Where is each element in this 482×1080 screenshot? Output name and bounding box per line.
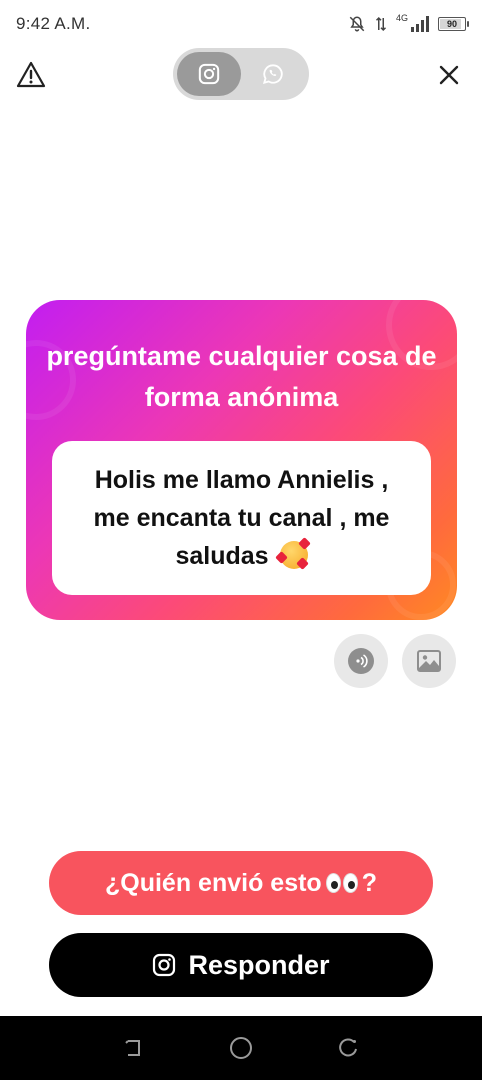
back-button[interactable] [119,1033,149,1063]
status-time: 9:42 A.M. [16,14,91,33]
home-icon [229,1037,252,1059]
question-card: pregúntame cualquier cosa de forma anóni… [26,300,457,620]
navigation-bar [0,1016,482,1080]
whatsapp-toggle[interactable] [241,52,305,96]
status-icons: 4G 90 [348,13,469,33]
close-button[interactable] [434,60,464,90]
message-text: Holis me llamo Annielis , me encanta tu … [93,466,390,570]
message-text-wrap: Holis me llamo Annielis , me encanta tu … [80,461,403,575]
reply-button[interactable]: Responder [49,933,433,997]
instagram-icon [198,63,220,85]
sound-icon [348,648,374,674]
image-button[interactable] [402,634,456,688]
home-button[interactable] [226,1033,256,1063]
reply-label: Responder [188,949,330,980]
notifications-off-icon [349,16,365,32]
whatsapp-icon [262,64,283,85]
image-icon [417,650,441,672]
instagram-toggle[interactable] [177,52,241,96]
status-bar: 9:42 A.M. 4G 90 [0,0,482,48]
top-bar [0,48,482,102]
battery-level: 90 [446,19,457,29]
data-transfer-icon [375,16,387,32]
platform-toggle [173,48,309,100]
close-icon [439,65,459,85]
eyes-icon [325,873,358,893]
instagram-icon [153,953,176,977]
who-sent-label-end: ? [361,868,377,897]
recents-icon [339,1038,358,1057]
signal-icon [411,16,429,32]
who-sent-label: ¿Quién envió esto [105,868,322,897]
warning-icon [16,61,46,88]
battery-icon: 90 [438,17,469,31]
audio-button[interactable] [334,634,388,688]
network-type: 4G [395,13,408,23]
card-title: pregúntame cualquier cosa de forma anóni… [46,341,437,412]
screen: 9:42 A.M. 4G 90 pregúntame cualquier cos… [0,0,482,1080]
message-box: Holis me llamo Annielis , me encanta tu … [52,441,431,595]
back-icon [124,1040,140,1056]
recents-button[interactable] [333,1033,363,1063]
report-button[interactable] [16,60,46,90]
who-sent-button[interactable]: ¿Quién envió esto ? [49,851,433,915]
smiling-face-with-hearts-icon [274,537,311,570]
